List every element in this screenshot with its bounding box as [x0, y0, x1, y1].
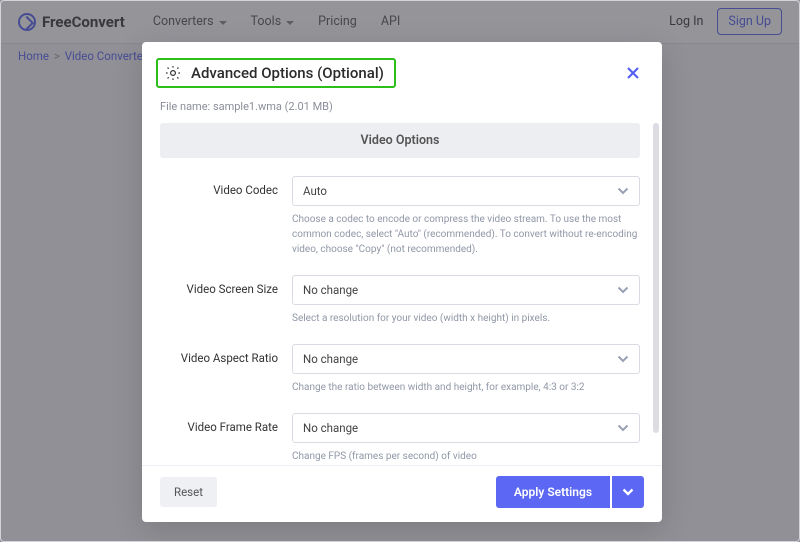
select-video-codec[interactable]: Auto — [292, 176, 640, 206]
help-aspect-ratio: Change the ratio between width and heigh… — [292, 380, 640, 395]
file-info: File name: sample1.wma (2.01 MB) — [142, 96, 662, 123]
label-frame-rate: Video Frame Rate — [160, 413, 278, 464]
chevron-down-icon — [617, 421, 629, 435]
section-video-options: Video Options — [160, 123, 640, 158]
select-aspect-ratio[interactable]: No change — [292, 344, 640, 374]
label-video-codec: Video Codec — [160, 176, 278, 257]
gear-icon — [164, 64, 182, 82]
select-frame-rate[interactable]: No change — [292, 413, 640, 443]
chevron-down-icon — [622, 488, 634, 496]
apply-settings-button[interactable]: Apply Settings — [496, 476, 610, 508]
advanced-options-modal: Advanced Options (Optional) File name: s… — [142, 42, 662, 522]
modal-title: Advanced Options (Optional) — [191, 64, 384, 82]
close-button[interactable] — [622, 62, 644, 84]
help-frame-rate: Change FPS (frames per second) of video — [292, 449, 640, 464]
close-icon — [626, 66, 640, 80]
option-row-fps: Video Frame Rate No change Change FPS (f… — [160, 413, 640, 464]
select-screen-size[interactable]: No change — [292, 275, 640, 305]
option-row-size: Video Screen Size No change Select a res… — [160, 275, 640, 326]
label-aspect-ratio: Video Aspect Ratio — [160, 344, 278, 395]
apply-dropdown-button[interactable] — [612, 476, 644, 508]
chevron-down-icon — [617, 283, 629, 297]
option-row-codec: Video Codec Auto Choose a codec to encod… — [160, 176, 640, 257]
help-video-codec: Choose a codec to encode or compress the… — [292, 212, 640, 257]
label-screen-size: Video Screen Size — [160, 275, 278, 326]
reset-button[interactable]: Reset — [160, 477, 217, 507]
scrollbar[interactable] — [653, 123, 659, 433]
chevron-down-icon — [617, 184, 629, 198]
help-screen-size: Select a resolution for your video (widt… — [292, 311, 640, 326]
modal-title-highlight: Advanced Options (Optional) — [156, 58, 396, 88]
option-row-aspect: Video Aspect Ratio No change Change the … — [160, 344, 640, 395]
chevron-down-icon — [617, 352, 629, 366]
